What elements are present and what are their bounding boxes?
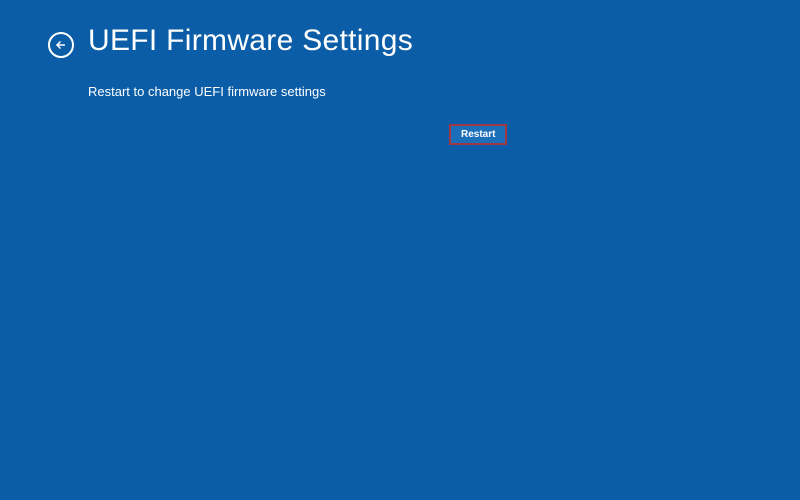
page-header: UEFI Firmware Settings <box>0 0 800 58</box>
description-text: Restart to change UEFI firmware settings <box>88 84 800 99</box>
content-area: Restart to change UEFI firmware settings <box>0 58 800 99</box>
page-title: UEFI Firmware Settings <box>88 24 413 58</box>
back-button[interactable] <box>48 32 74 58</box>
back-arrow-icon <box>55 39 67 51</box>
restart-button[interactable]: Restart <box>449 124 507 145</box>
